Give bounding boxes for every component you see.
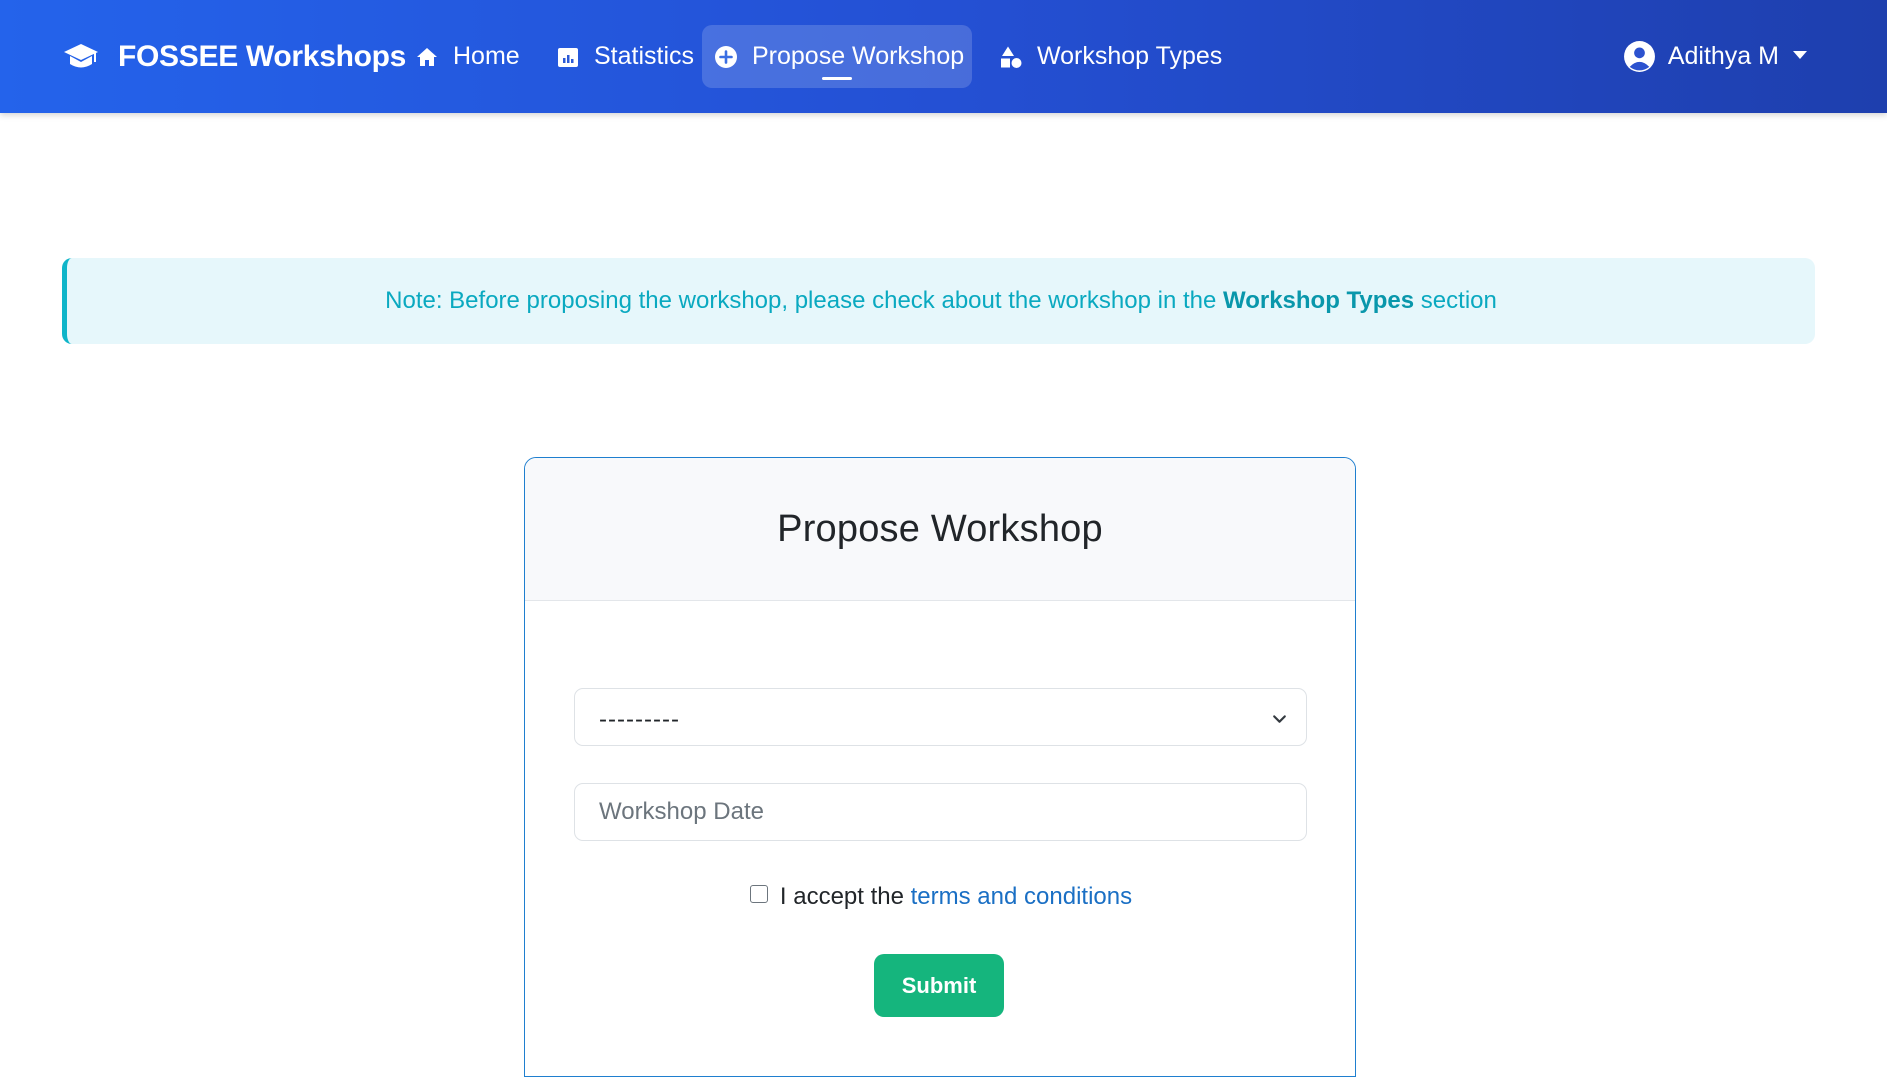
submit-button[interactable]: Submit (874, 954, 1004, 1017)
workshop-date-input[interactable] (599, 798, 1306, 826)
workshop-type-select[interactable]: --------- (574, 688, 1307, 746)
nav-item-workshop-types[interactable]: Workshop Types (987, 25, 1234, 88)
terms-label: I accept the (779, 883, 911, 910)
card-header: Propose Workshop (525, 458, 1355, 601)
alert-text-suffix: section (1414, 287, 1497, 314)
alert-text-prefix: Note: Before proposing the workshop, ple… (385, 287, 1223, 314)
workshop-date-field[interactable] (574, 783, 1307, 841)
brand-label: FOSSEE Workshops (118, 39, 407, 73)
page-title: Propose Workshop (777, 507, 1103, 550)
shapes-icon (1001, 46, 1022, 68)
alert-text-emphasis: Workshop Types (1222, 287, 1415, 314)
nav-item-propose-workshop[interactable]: Propose Workshop (702, 25, 972, 88)
terms-checkbox[interactable] (749, 885, 768, 903)
plus-circle-icon (715, 45, 737, 68)
nav-item-statistics[interactable]: Statistics (544, 25, 706, 88)
nav-item-label: Workshop Types (1037, 42, 1223, 70)
chart-icon (558, 47, 578, 67)
chevron-down-icon (1273, 715, 1286, 723)
brand-link[interactable]: FOSSEE Workshops (62, 0, 406, 113)
chevron-down-icon (1793, 51, 1807, 59)
nav-item-home[interactable]: Home (403, 25, 532, 88)
top-navbar: FOSSEE Workshops Home Statistics Propose… (0, 0, 1887, 113)
nav-item-label: Statistics (594, 42, 695, 70)
nav-item-label: Home (453, 42, 520, 70)
user-circle-icon (1623, 41, 1655, 72)
nav-item-label: Propose Workshop (752, 42, 965, 70)
user-dropdown-toggle[interactable]: Adithya M (1623, 25, 1807, 88)
propose-workshop-card: Propose Workshop --------- I accept the … (524, 457, 1356, 1077)
select-value: --------- (599, 706, 680, 733)
terms-link[interactable]: terms and conditions (911, 883, 1132, 911)
home-icon (417, 47, 437, 66)
terms-row: I accept the terms and conditions (525, 883, 1355, 911)
info-alert: Note: Before proposing the workshop, ple… (62, 258, 1815, 344)
user-name: Adithya M (1667, 42, 1779, 70)
graduation-cap-icon (64, 43, 98, 67)
